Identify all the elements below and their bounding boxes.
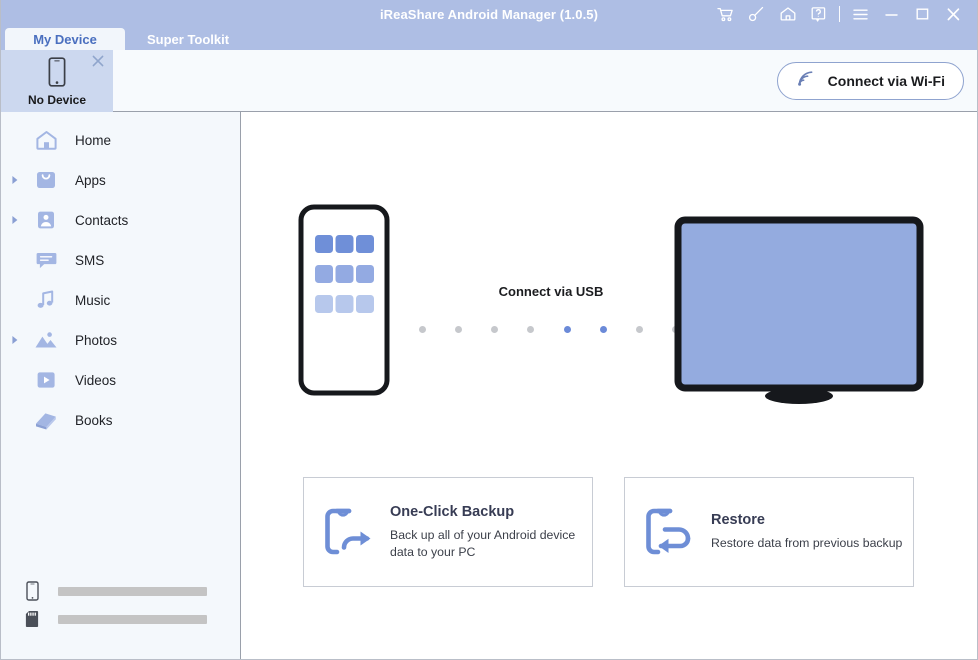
- tab-my-device[interactable]: My Device: [5, 28, 125, 50]
- sidebar-item-books[interactable]: Books: [1, 400, 240, 440]
- connection-dot: [491, 326, 499, 333]
- sdcard-storage-bar: [58, 614, 207, 624]
- device-tab-label: No Device: [27, 93, 87, 107]
- connect-via-usb-label: Connect via USB: [498, 284, 604, 299]
- sidebar-item-apps[interactable]: Apps: [1, 160, 240, 200]
- chevron-right-icon[interactable]: [1, 175, 29, 185]
- storage-indicators: [1, 577, 240, 659]
- videos-icon: [29, 370, 63, 390]
- sidebar-item-home[interactable]: Home: [1, 120, 240, 160]
- chevron-right-icon[interactable]: [1, 215, 29, 225]
- connection-dot: [527, 326, 535, 333]
- sms-icon: [29, 250, 63, 271]
- connect-via-wifi-label: Connect via Wi-Fi: [827, 73, 945, 89]
- connection-illustration: Connect via USB: [241, 204, 977, 424]
- sidebar-item-label: Photos: [75, 332, 118, 348]
- sidebar-item-videos[interactable]: Videos: [1, 360, 240, 400]
- close-icon[interactable]: [938, 0, 969, 28]
- restore-card[interactable]: Restore Restore data from previous backu…: [624, 477, 914, 587]
- sidebar-item-contacts[interactable]: Contacts: [1, 200, 240, 240]
- restore-icon: [639, 506, 703, 558]
- main-content: Connect via USB One-Click Backup Back up…: [241, 112, 977, 659]
- phone-icon: [47, 57, 67, 92]
- card-title: Restore: [711, 512, 765, 529]
- device-bar: No Device Connect via Wi-Fi: [1, 50, 977, 112]
- title-bar: iReaShare Android Manager (1.0.5): [1, 0, 977, 28]
- backup-icon: [318, 506, 382, 558]
- connection-dots: [419, 326, 679, 333]
- computer-monitor-illustration: [674, 216, 924, 411]
- sidebar-nav: Home Apps Contacts SMS Music Photos Vide…: [1, 112, 240, 577]
- connection-dot: [455, 326, 463, 333]
- card-title: One-Click Backup: [390, 503, 515, 520]
- sdcard-storage-row: [1, 605, 240, 633]
- cart-icon[interactable]: [710, 0, 741, 28]
- card-description: Restore data from previous backup: [711, 536, 903, 551]
- sidebar-item-label: Videos: [75, 372, 117, 388]
- sidebar-item-sms[interactable]: SMS: [1, 240, 240, 280]
- sidebar: Home Apps Contacts SMS Music Photos Vide…: [1, 112, 241, 659]
- phone-icon: [21, 581, 43, 601]
- control-divider: [839, 6, 840, 22]
- action-cards: One-Click Backup Back up all of your And…: [303, 477, 914, 587]
- tab-super-toolkit-label: Super Toolkit: [147, 31, 230, 47]
- device-tab-no-device[interactable]: No Device: [1, 50, 113, 112]
- connection-dot: [599, 326, 607, 333]
- maximize-icon[interactable]: [907, 0, 938, 28]
- sidebar-item-label: Music: [75, 292, 111, 308]
- sidebar-item-label: Apps: [75, 172, 106, 188]
- wifi-icon: [796, 69, 818, 93]
- photos-icon: [29, 330, 63, 350]
- internal-storage-bar: [58, 586, 207, 596]
- connection-dot: [563, 326, 571, 333]
- application-window: iReaShare Android Manager (1.0.5) My Dev…: [0, 0, 978, 660]
- connection-dot: [419, 326, 426, 333]
- tab-super-toolkit[interactable]: Super Toolkit: [125, 28, 251, 50]
- internal-storage-row: [1, 577, 240, 605]
- card-description: Back up all of your Android device data …: [390, 527, 576, 559]
- main-tab-strip: My Device Super Toolkit: [1, 28, 977, 50]
- sdcard-icon: [21, 610, 43, 628]
- key-icon[interactable]: [741, 0, 772, 28]
- connection-dot: [635, 326, 643, 333]
- home-icon[interactable]: [772, 0, 803, 28]
- music-icon: [29, 289, 63, 311]
- sidebar-item-label: Home: [75, 132, 112, 148]
- connect-via-wifi-button[interactable]: Connect via Wi-Fi: [776, 62, 964, 100]
- minimize-icon[interactable]: [876, 0, 907, 28]
- sidebar-item-label: Books: [75, 412, 113, 428]
- home-icon: [29, 130, 63, 151]
- phone-illustration: [298, 204, 390, 401]
- sidebar-item-music[interactable]: Music: [1, 280, 240, 320]
- one-click-backup-card[interactable]: One-Click Backup Back up all of your And…: [303, 477, 593, 587]
- sidebar-item-label: Contacts: [75, 212, 129, 228]
- contacts-icon: [29, 209, 63, 231]
- sidebar-item-photos[interactable]: Photos: [1, 320, 240, 360]
- chevron-right-icon[interactable]: [1, 335, 29, 345]
- menu-icon[interactable]: [845, 0, 876, 28]
- apps-icon: [29, 169, 63, 191]
- body-region: Home Apps Contacts SMS Music Photos Vide…: [1, 112, 977, 659]
- sidebar-item-label: SMS: [75, 252, 105, 268]
- books-icon: [29, 410, 63, 430]
- tab-my-device-label: My Device: [33, 31, 97, 47]
- window-controls: [710, 0, 969, 28]
- device-close-icon[interactable]: [91, 54, 105, 68]
- help-icon[interactable]: [803, 0, 834, 28]
